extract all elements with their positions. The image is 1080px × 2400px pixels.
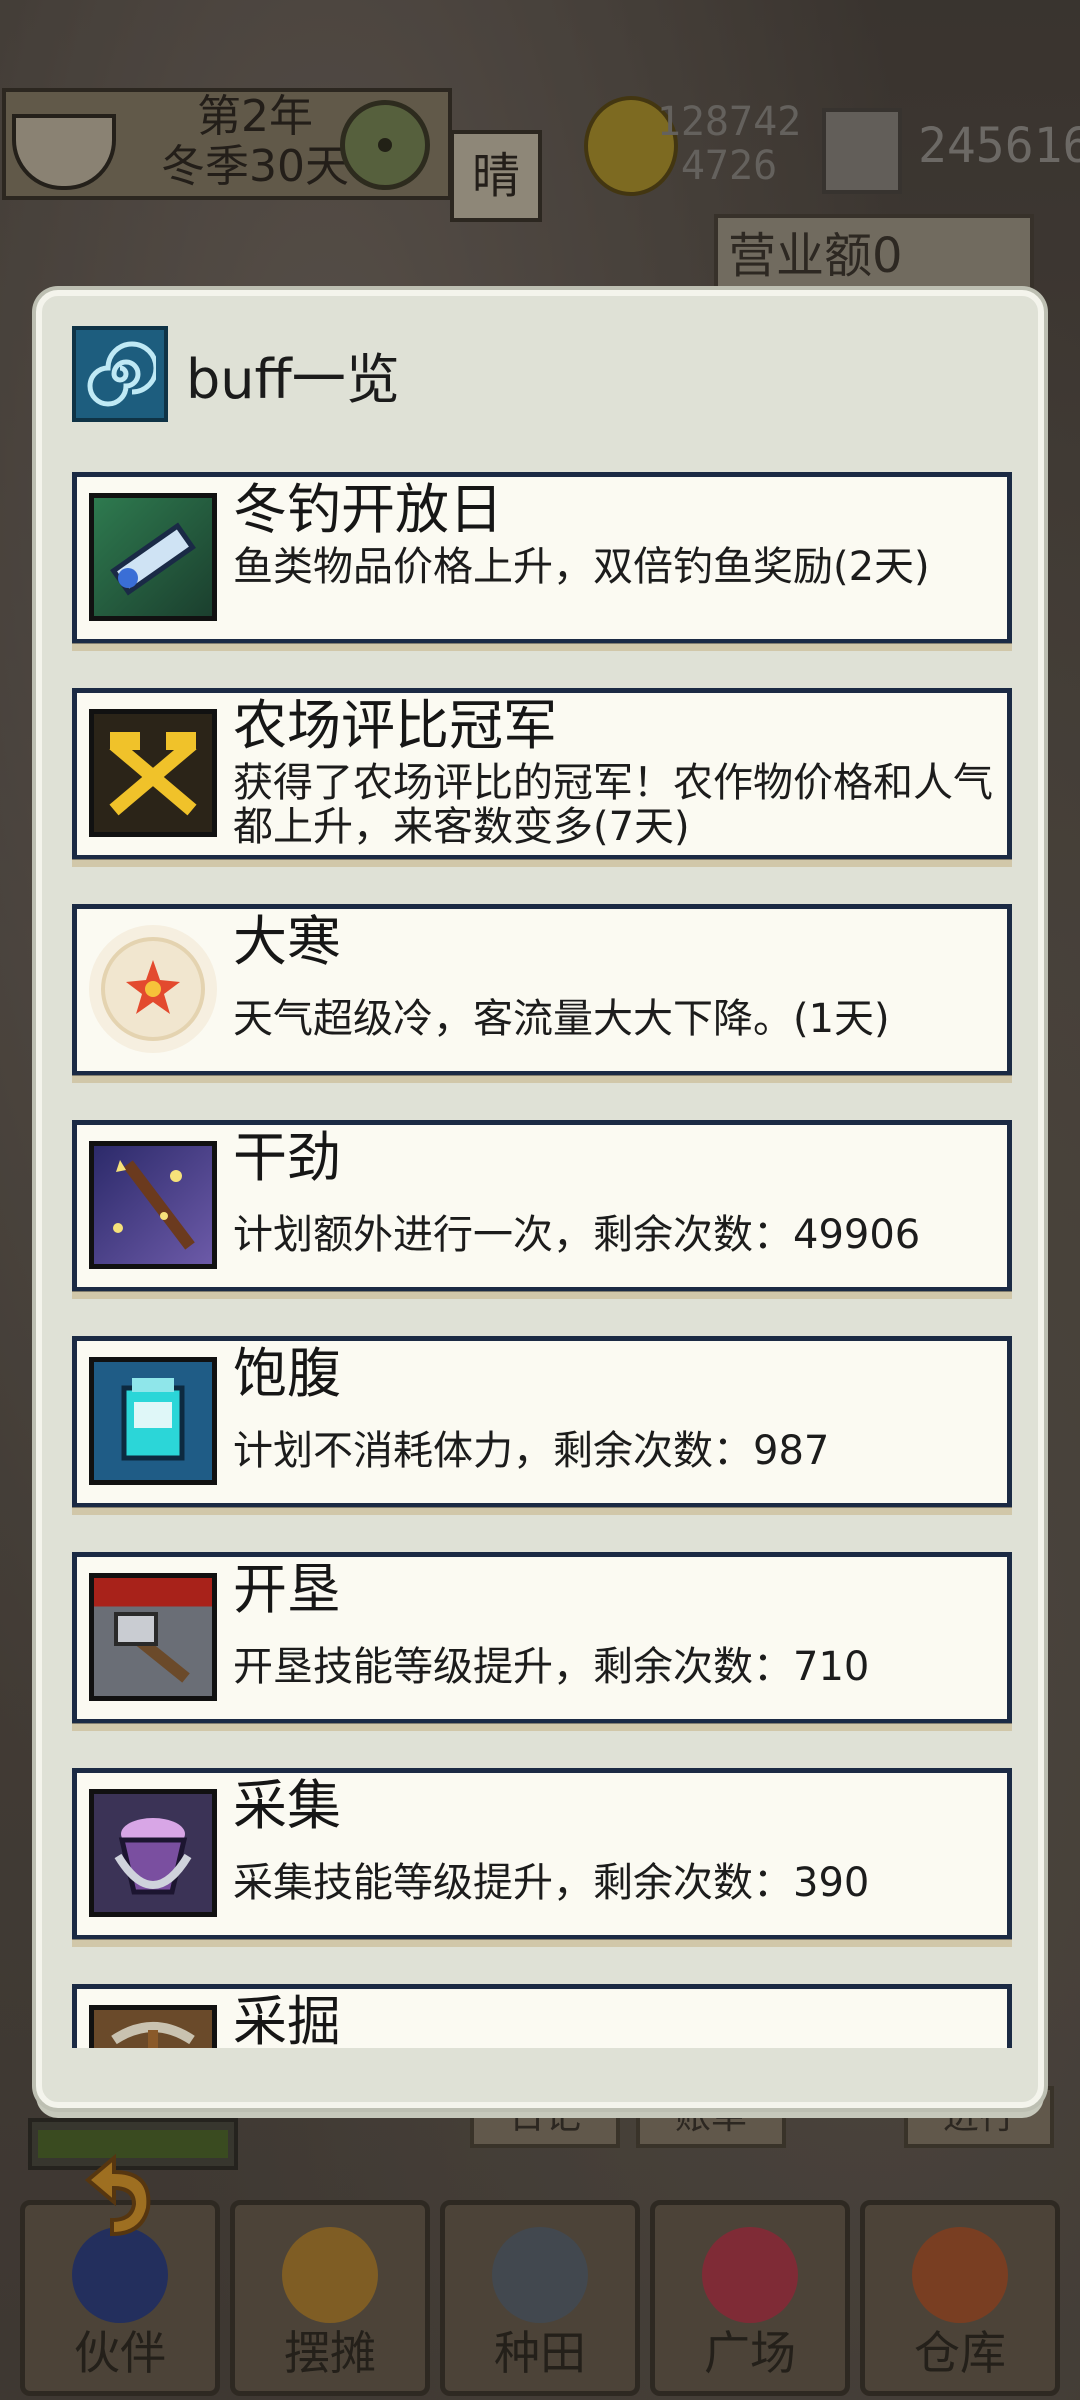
buff-name: 冬钓开放日: [233, 478, 503, 541]
buff-card-cultivation[interactable]: 开垦 开垦技能等级提升，剩余次数：710: [72, 1552, 1012, 1731]
buff-name: 采掘: [233, 1990, 341, 2049]
modal-header: buff一览: [72, 324, 400, 424]
swirl-icon: [72, 326, 168, 422]
buff-card-great-cold[interactable]: 大寒 天气超级冷，客流量大大下降。(1天): [72, 904, 1012, 1083]
buff-description: 天气超级冷，客流量大大下降。(1天): [233, 996, 890, 1042]
buff-description: 采集技能等级提升，剩余次数：390: [233, 1860, 870, 1906]
magic-wand-icon: [89, 1141, 217, 1269]
buff-card-motivation[interactable]: 干劲 计划额外进行一次，剩余次数：49906: [72, 1120, 1012, 1299]
buff-description: 获得了农场评比的冠军！农作物价格和人气都上升，来客数变多(7天): [233, 760, 993, 850]
buff-list[interactable]: 冬钓开放日 鱼类物品价格上升，双倍钓鱼奖励(2天) 农场评比冠军 获得了农场评比…: [72, 472, 1012, 2048]
buff-name: 干劲: [233, 1126, 341, 1189]
buff-name: 农场评比冠军: [233, 694, 557, 757]
buff-list-modal: buff一览 冬钓开放日 鱼类物品价格上升，双倍钓鱼奖励(2天) 农场评比冠军 …: [36, 290, 1044, 2108]
buff-description: 开垦技能等级提升，剩余次数：710: [233, 1644, 870, 1690]
pickaxe-icon: [89, 2005, 217, 2048]
buff-card-farm-champion[interactable]: 农场评比冠军 获得了农场评比的冠军！农作物价格和人气都上升，来客数变多(7天): [72, 688, 1012, 867]
buff-card-winter-fishing[interactable]: 冬钓开放日 鱼类物品价格上升，双倍钓鱼奖励(2天): [72, 472, 1012, 651]
buff-description: 计划额外进行一次，剩余次数：49906: [233, 1212, 921, 1258]
buff-description: 计划不消耗体力，剩余次数：987: [233, 1428, 830, 1474]
hoe-icon: [89, 1573, 217, 1701]
buff-name: 饱腹: [233, 1342, 341, 1405]
potion-jar-icon: [89, 1357, 217, 1485]
buff-description: 鱼类物品价格上升，双倍钓鱼奖励(2天): [233, 544, 930, 590]
buff-name: 开垦: [233, 1558, 341, 1621]
crossed-tools-icon: [89, 709, 217, 837]
buff-card-gathering[interactable]: 采集 采集技能等级提升，剩余次数：390: [72, 1768, 1012, 1947]
buff-card-full-stomach[interactable]: 饱腹 计划不消耗体力，剩余次数：987: [72, 1336, 1012, 1515]
buff-name: 采集: [233, 1774, 341, 1837]
modal-title: buff一览: [186, 347, 400, 411]
buff-name: 大寒: [233, 910, 341, 973]
snow-sun-icon: [89, 925, 217, 1053]
basket-icon: [89, 1789, 217, 1917]
buff-card-mining[interactable]: 采掘: [72, 1984, 1012, 2048]
fishing-rod-icon: [89, 493, 217, 621]
